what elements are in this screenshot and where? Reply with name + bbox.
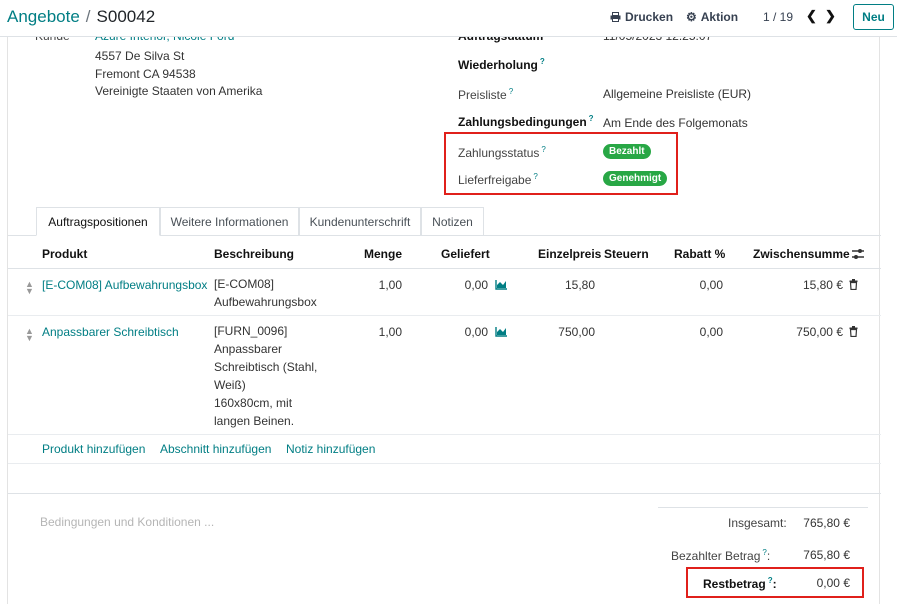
help-icon[interactable]: ?	[540, 57, 545, 66]
column-header-taxes[interactable]: Steuern	[604, 247, 649, 261]
control-panel: Angebote / S00042 Drucken ⚙ Aktion 1 / 19 …	[0, 0, 897, 37]
section-divider	[8, 493, 881, 494]
forecast-chart-icon[interactable]	[495, 326, 508, 337]
print-button[interactable]: Drucken	[610, 10, 673, 24]
drag-handle-icon[interactable]: ▲ ▼	[25, 280, 34, 296]
gear-icon: ⚙	[686, 10, 697, 24]
column-header-product[interactable]: Produkt	[42, 247, 87, 261]
highlight-box-status	[444, 132, 678, 195]
new-button[interactable]: Neu	[853, 4, 894, 30]
customer-country: Vereinigte Staaten von Amerika	[95, 84, 263, 98]
column-header-description[interactable]: Beschreibung	[214, 247, 294, 261]
action-label: Aktion	[700, 10, 739, 24]
chevron-left-icon[interactable]: ❮	[806, 8, 817, 24]
total-value: 765,80 €	[803, 516, 850, 530]
tab-notes[interactable]: Notizen	[421, 207, 484, 236]
row-quantity[interactable]: 1,00	[352, 325, 402, 339]
column-header-unit-price[interactable]: Einzelpreis	[538, 247, 601, 261]
totals-divider	[658, 507, 868, 508]
payment-terms-label: Zahlungsbedingungen?	[458, 114, 594, 129]
column-settings-icon[interactable]	[851, 248, 865, 260]
table-row[interactable]: ▲ ▼ Anpassbarer Schreibtisch [FURN_0096] …	[8, 316, 881, 435]
chevron-right-icon[interactable]: ❯	[825, 8, 836, 24]
column-header-subtotal[interactable]: Zwischensumme	[753, 247, 850, 261]
row-subtotal: 750,00 €	[796, 325, 843, 339]
row-quantity[interactable]: 1,00	[352, 278, 402, 292]
table-footer-divider	[8, 463, 881, 464]
paid-amount-label: Bezahlter Betrag?:	[671, 548, 771, 563]
action-button[interactable]: ⚙ Aktion	[686, 10, 738, 24]
help-icon[interactable]: ?	[509, 87, 513, 96]
drag-handle-icon[interactable]: ▲ ▼	[25, 327, 34, 343]
row-subtotal: 15,80 €	[802, 278, 843, 292]
column-header-discount[interactable]: Rabatt %	[674, 247, 725, 261]
customer-city: Fremont CA 94538	[95, 67, 196, 81]
row-description[interactable]: [FURN_0096] Anpassbarer Schreibtisch (St…	[214, 322, 317, 430]
row-delivered: 0,00	[464, 325, 488, 339]
row-unit-price[interactable]: 15,80	[535, 278, 595, 292]
pager-value[interactable]: 1 / 19	[763, 10, 793, 24]
table-header: Produkt Beschreibung Menge Geliefert Ein…	[8, 236, 881, 269]
row-discount[interactable]: 0,00	[673, 325, 723, 339]
total-label: Insgesamt:	[728, 516, 787, 530]
recurrence-label: Wiederholung?	[458, 57, 545, 72]
row-description[interactable]: [E-COM08] Aufbewahrungsbox	[214, 275, 317, 311]
pricelist-value[interactable]: Allgemeine Preisliste (EUR)	[603, 87, 751, 101]
printer-icon	[610, 12, 621, 22]
row-discount[interactable]: 0,00	[673, 278, 723, 292]
add-product-link[interactable]: Produkt hinzufügen	[42, 442, 145, 456]
row-unit-price[interactable]: 750,00	[535, 325, 595, 339]
add-note-link[interactable]: Notiz hinzufügen	[286, 442, 375, 456]
row-product-link[interactable]: [E-COM08] Aufbewahrungsbox	[42, 278, 207, 292]
breadcrumb-parent-link[interactable]: Angebote	[7, 7, 80, 26]
column-header-delivered[interactable]: Geliefert	[441, 247, 490, 261]
breadcrumb-separator: /	[85, 7, 91, 26]
row-delivered: 0,00	[464, 278, 488, 292]
tab-order-lines[interactable]: Auftragspositionen	[36, 207, 160, 236]
paid-amount-value: 765,80 €	[803, 548, 850, 562]
row-product-link[interactable]: Anpassbarer Schreibtisch	[42, 325, 179, 339]
payment-terms-value[interactable]: Am Ende des Folgemonats	[603, 116, 748, 130]
highlight-box-remaining	[686, 567, 864, 598]
trash-icon[interactable]	[849, 279, 858, 290]
add-section-link[interactable]: Abschnitt hinzufügen	[160, 442, 271, 456]
help-icon[interactable]: ?	[589, 114, 594, 123]
breadcrumb: Angebote / S00042	[7, 7, 155, 27]
breadcrumb-current: S00042	[96, 7, 156, 26]
table-row[interactable]: ▲ ▼ [E-COM08] Aufbewahrungsbox [E-COM08] …	[8, 269, 881, 316]
tab-customer-signature[interactable]: Kundenunterschrift	[299, 207, 421, 236]
column-header-quantity[interactable]: Menge	[364, 247, 402, 261]
pricelist-label: Preisliste?	[458, 87, 514, 102]
print-label: Drucken	[625, 10, 674, 24]
forecast-chart-icon[interactable]	[495, 279, 508, 290]
tab-more-info[interactable]: Weitere Informationen	[160, 207, 299, 236]
terms-input[interactable]: Bedingungen und Konditionen ...	[40, 515, 214, 529]
trash-icon[interactable]	[849, 326, 858, 337]
form-sheet: Kunde Azure Interior, Nicole Ford 4557 D…	[7, 29, 881, 604]
customer-street: 4557 De Silva St	[95, 49, 185, 63]
